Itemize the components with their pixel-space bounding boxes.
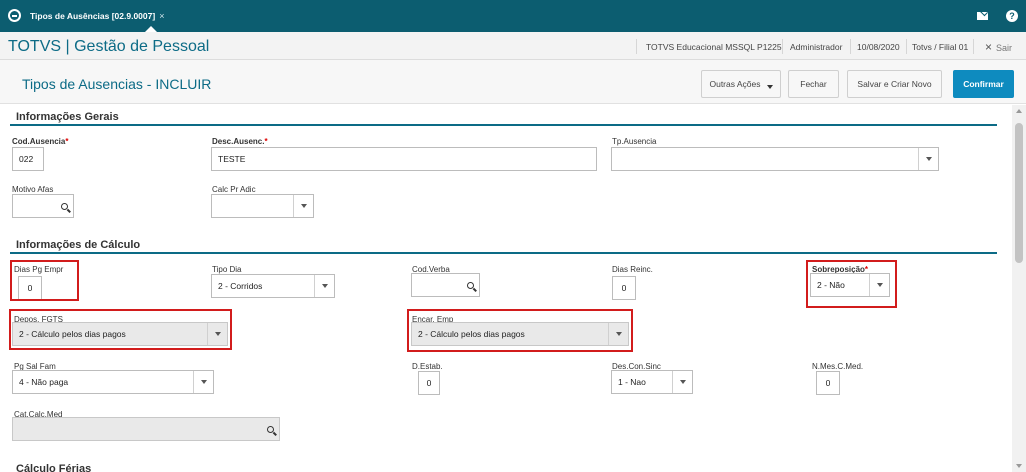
calc-pr-adic-select[interactable] — [211, 194, 314, 218]
chevron-down-icon — [766, 85, 773, 89]
confirm-button[interactable]: Confirmar — [953, 70, 1014, 98]
scroll-up-icon[interactable] — [1016, 109, 1022, 113]
vertical-scrollbar[interactable] — [1012, 105, 1026, 472]
d-estab-label: D.Estab. — [412, 362, 443, 371]
close-button[interactable]: Fechar — [788, 70, 839, 98]
chevron-down-icon — [918, 148, 938, 170]
section-divider — [10, 124, 997, 126]
cod-verba-input[interactable] — [411, 273, 480, 297]
cod-ausencia-label: Cod.Ausencia* — [12, 137, 69, 146]
exit-button[interactable]: × Sair — [985, 40, 1012, 54]
search-icon[interactable] — [55, 195, 73, 217]
cod-ausencia-input[interactable]: 022 — [12, 147, 44, 171]
tab-close-icon[interactable]: × — [159, 11, 164, 21]
n-mes-c-med-label: N.Mes.C.Med. — [812, 362, 864, 371]
date-label[interactable]: 10/08/2020 — [857, 42, 900, 52]
highlight-box — [10, 260, 79, 301]
search-icon[interactable] — [261, 418, 279, 440]
exit-label: Sair — [996, 43, 1013, 53]
tab-tipos-de-ausencias[interactable]: Tipos de Ausências [02.9.0007] × — [30, 6, 164, 26]
highlight-box — [806, 260, 897, 308]
scrollbar-thumb[interactable] — [1015, 123, 1023, 263]
scroll-down-icon[interactable] — [1016, 464, 1022, 468]
page-header: Tipos de Ausencias - INCLUIR Outras Açõe… — [0, 60, 1026, 104]
other-actions-label: Outras Ações — [709, 79, 761, 89]
dias-reinc-input[interactable]: 0 — [612, 276, 636, 300]
help-icon[interactable]: ? — [1006, 10, 1018, 22]
tipo-dia-label: Tipo Dia — [212, 265, 242, 274]
desc-ausenc-label: Desc.Ausenc.* — [212, 137, 268, 146]
search-icon[interactable] — [461, 274, 479, 296]
tp-ausencia-select[interactable] — [611, 147, 939, 171]
divider — [906, 39, 907, 54]
section-title-general: Informações Gerais — [16, 111, 119, 123]
user-label[interactable]: Administrador — [790, 42, 842, 52]
app-title: TOTVS | Gestão de Pessoal — [8, 38, 210, 55]
totvs-logo-icon[interactable] — [8, 9, 21, 22]
desc-ausenc-input[interactable]: TESTE — [211, 147, 597, 171]
other-actions-button[interactable]: Outras Ações — [701, 70, 781, 98]
section-divider — [10, 252, 997, 254]
chevron-down-icon — [314, 275, 334, 297]
app-header: TOTVS | Gestão de Pessoal TOTVS Educacio… — [0, 32, 1026, 60]
d-estab-input[interactable]: 0 — [418, 371, 440, 395]
chevron-down-icon — [672, 371, 692, 393]
section-title-ferias: Cálculo Férias — [16, 463, 92, 472]
divider — [973, 39, 974, 54]
tipo-dia-select[interactable]: 2 - Corridos — [211, 274, 335, 298]
tab-label: Tipos de Ausências [02.9.0007] — [30, 11, 156, 21]
des-con-sinc-select[interactable]: 1 - Nao — [611, 370, 693, 394]
tp-ausencia-label: Tp.Ausencia — [612, 137, 657, 146]
page-title: Tipos de Ausencias - INCLUIR — [22, 76, 212, 92]
section-title-calc: Informações de Cálculo — [16, 239, 141, 251]
branch-label[interactable]: Totvs / Filial 01 — [912, 42, 968, 52]
motivo-afast-label: Motivo Afas — [12, 185, 54, 194]
highlight-box — [407, 309, 633, 352]
divider — [636, 39, 637, 54]
divider — [850, 39, 851, 54]
pg-sal-fam-select[interactable]: 4 - Não paga — [12, 370, 214, 394]
dias-reinc-label: Dias Reinc. — [612, 265, 653, 274]
save-and-new-button[interactable]: Salvar e Criar Novo — [847, 70, 942, 98]
form-content: Informações Gerais Cod.Ausencia* 022 Des… — [0, 105, 1012, 472]
n-mes-c-med-input[interactable]: 0 — [816, 371, 840, 395]
cat-calc-med-input[interactable] — [12, 417, 280, 441]
divider — [782, 39, 783, 54]
top-tab-bar: Tipos de Ausências [02.9.0007] × ? — [0, 0, 1026, 32]
motivo-afast-input[interactable] — [12, 194, 74, 218]
close-icon: × — [985, 40, 993, 54]
mail-icon[interactable] — [977, 10, 989, 22]
chevron-down-icon — [193, 371, 213, 393]
environment-label[interactable]: TOTVS Educacional MSSQL P1225 — [646, 42, 782, 52]
calc-pr-adic-label: Calc Pr Adic — [212, 185, 256, 194]
chevron-down-icon — [293, 195, 313, 217]
highlight-box — [9, 309, 232, 350]
